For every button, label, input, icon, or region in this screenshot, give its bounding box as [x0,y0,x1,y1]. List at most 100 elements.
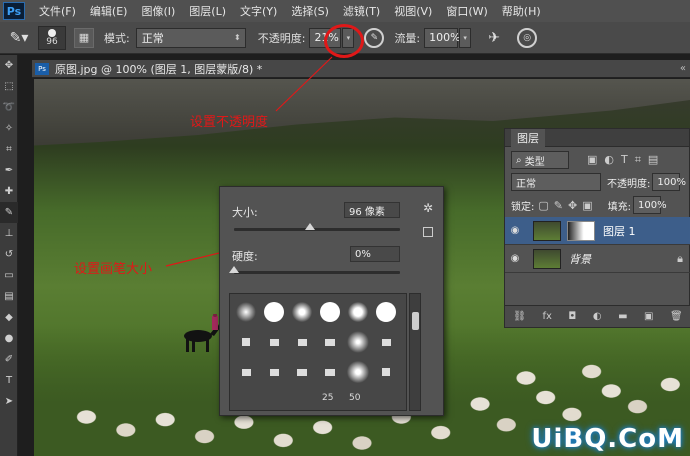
new-group-icon[interactable]: ▬ [618,311,627,322]
menu-view[interactable]: 视图(V) [394,3,432,19]
lasso-tool-icon[interactable]: ➰ [0,97,18,118]
brush-size-label-50: 50 [349,393,361,403]
size-slider-thumb[interactable] [305,223,316,230]
dodge-tool-icon[interactable]: ● [0,328,18,349]
pressure-opacity-icon[interactable]: ✎ [364,27,385,48]
pressure-size-icon[interactable]: ◎ [517,27,538,48]
size-input[interactable]: 96 像素 [344,202,400,218]
brush-tip-small[interactable] [288,358,316,386]
eye-icon[interactable]: ◉ [505,225,525,236]
fx-icon[interactable]: fx [542,311,551,322]
collapse-icon[interactable]: « [680,63,686,74]
brush-tool-icon[interactable]: ✎▾ [6,27,32,49]
eraser-tool-icon[interactable]: ▭ [0,265,18,286]
new-preset-icon[interactable] [423,227,433,237]
link-icon[interactable]: ⛓ [513,311,526,322]
blend-mode-value: 正常 [516,178,536,190]
eye-icon[interactable]: ◉ [505,253,525,264]
menu-type[interactable]: 文字(Y) [240,3,277,19]
gear-icon[interactable]: ✲ [423,201,433,215]
brush-tip-small[interactable] [232,358,260,386]
size-value: 96 像素 [349,206,385,218]
brush-tip-small[interactable] [260,328,288,356]
hardness-input[interactable]: 0% [350,246,400,262]
size-slider-track[interactable] [234,228,400,231]
brush-tip-soft[interactable] [344,298,372,326]
layer-name: 图层 1 [603,224,636,238]
menu-layer[interactable]: 图层(L) [189,3,226,19]
menu-image[interactable]: 图像(I) [141,3,175,19]
search-icon: ⌕ [516,154,522,166]
layer-opacity-label: 不透明度: [607,178,651,190]
add-mask-icon[interactable]: ◘ [568,311,576,322]
brush-panel-icon[interactable]: ▦ [74,27,94,48]
delete-icon[interactable]: 🗑︎ [670,311,683,322]
brush-tip-small[interactable] [232,328,260,356]
stamp-tool-icon[interactable]: ⊥ [0,223,18,244]
brush-tip-small[interactable] [372,358,400,386]
marquee-tool-icon[interactable]: ⬚ [0,76,18,97]
lock-icons[interactable]: ▢✎✥▣ [538,199,597,212]
eyedropper-icon[interactable]: ✒ [0,160,18,181]
mode-select[interactable]: 正常 ⬍ [135,27,246,48]
layer-row[interactable]: ◉ 背景 🔒︎ [505,245,690,273]
brush-tip-small[interactable] [316,328,344,356]
hardness-slider-track[interactable] [234,271,400,274]
quick-select-icon[interactable]: ✧ [0,118,18,139]
brush-tip-soft[interactable] [288,298,316,326]
brush-tip-hard[interactable] [316,298,344,326]
type-tool-icon[interactable]: T [0,370,18,391]
path-select-icon[interactable]: ➤ [0,391,18,412]
brush-grid-scrollbar[interactable] [409,293,421,411]
lock-label: 锁定: [511,201,535,213]
blur-tool-icon[interactable]: ◆ [0,307,18,328]
layer-filter-icons[interactable]: ▣◐T⌗▤ [587,153,665,167]
move-tool-icon[interactable]: ✥ [0,55,18,76]
fill-input[interactable]: 100% [632,196,667,214]
brush-tip-small[interactable] [316,358,344,386]
menu-edit[interactable]: 编辑(E) [90,3,128,19]
flow-dropdown[interactable]: ▾ [459,27,472,48]
history-brush-icon[interactable]: ↺ [0,244,18,265]
menu-file[interactable]: 文件(F) [39,3,76,19]
brush-tip-small[interactable] [288,328,316,356]
brush-tip-hard[interactable] [372,298,400,326]
layers-panel-header: 图层 [505,128,689,147]
healing-brush-icon[interactable]: ✚ [0,181,18,202]
gradient-tool-icon[interactable]: ▤ [0,286,18,307]
lock-icon: 🔒︎ [677,251,683,265]
brush-preset-picker[interactable]: 96 [38,25,66,50]
airbrush-icon[interactable]: ✈ [481,27,507,49]
new-layer-icon[interactable]: ▣ [644,311,653,322]
tab-layers[interactable]: 图层 [511,128,545,147]
brush-tip-small[interactable] [260,358,288,386]
brush-tip-small[interactable] [372,328,400,356]
updown-arrow-icon: ⬍ [234,33,241,42]
brush-tip-soft[interactable] [344,358,372,386]
blend-mode-select[interactable]: 正常 [511,173,601,191]
layer-row[interactable]: ◉ 图层 1 [505,217,690,245]
hardness-label: 硬度: [232,250,258,263]
menu-select[interactable]: 选择(S) [291,3,329,19]
crop-tool-icon[interactable]: ⌗ [0,139,18,160]
document-tab[interactable]: Ps 原图.jpg @ 100% (图层 1, 图层蒙版/8) * « [32,60,690,78]
brush-tip-soft[interactable] [232,298,260,326]
ps-file-icon: Ps [35,62,49,75]
layer-filter-select[interactable]: ⌕ 类型 [511,151,569,169]
layer-opacity-value: 100% [657,176,686,188]
flow-input[interactable]: 100% [424,27,461,48]
hardness-slider-thumb[interactable] [229,266,239,273]
brush-tip-soft[interactable] [344,328,372,356]
pen-tool-icon[interactable]: ✐ [0,349,18,370]
layer-mask-thumbnail[interactable] [567,220,595,241]
layer-opacity-input[interactable]: 100% [652,173,686,191]
layers-panel-footer: ⛓ fx ◘ ◐ ▬ ▣ 🗑︎ [505,305,690,327]
menu-filter[interactable]: 滤镜(T) [343,3,380,19]
scrollbar-thumb[interactable] [412,312,419,330]
adjustment-icon[interactable]: ◐ [593,311,602,322]
filter-kind-value: 类型 [524,156,545,168]
brush-tool-side-icon[interactable]: ✎ [0,202,18,223]
brush-tip-hard[interactable] [260,298,288,326]
menu-window[interactable]: 窗口(W) [446,3,487,19]
menu-help[interactable]: 帮助(H) [502,3,541,19]
